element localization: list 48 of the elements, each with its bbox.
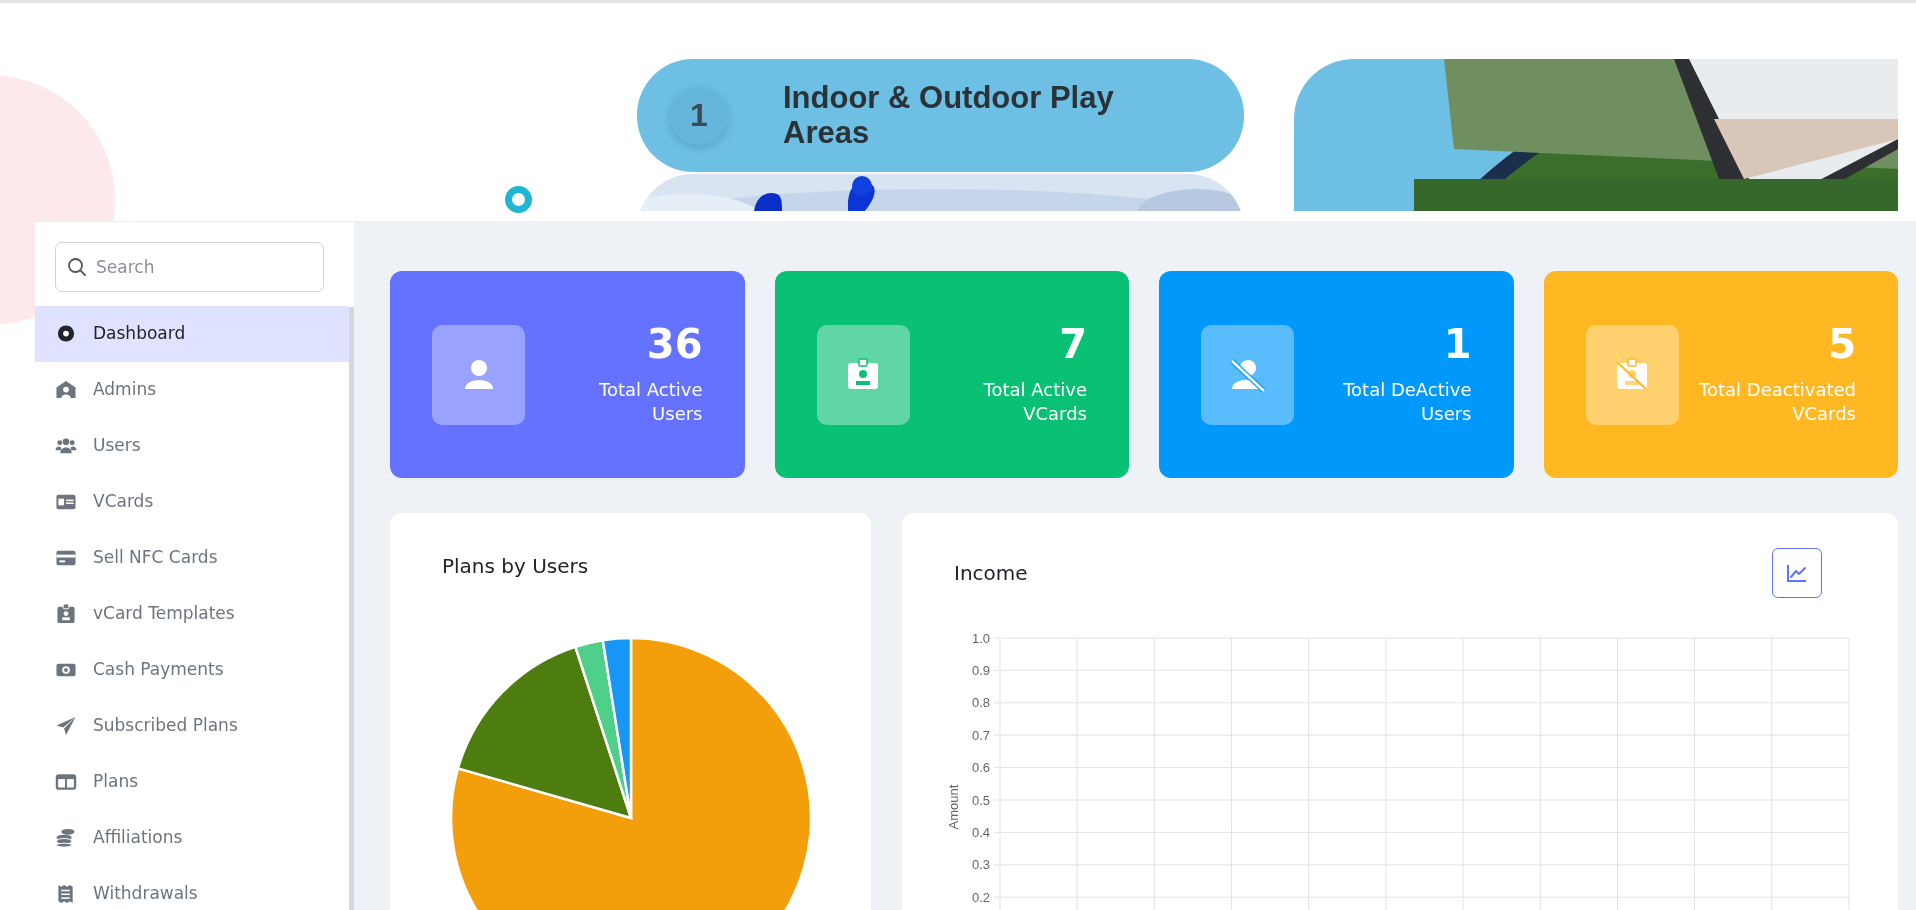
card-title: Income xyxy=(954,560,1028,587)
users-icon xyxy=(55,436,77,456)
sidebar-item[interactable]: VCards xyxy=(35,474,349,530)
sidebar-item[interactable]: Cash Payments xyxy=(35,642,349,698)
coins-icon xyxy=(55,828,77,848)
chart-toggle-button[interactable] xyxy=(1772,548,1822,598)
sidebar-item[interactable]: Sell NFC Cards xyxy=(35,530,349,586)
stat-value: 7 xyxy=(1059,324,1087,365)
sidebar-item[interactable]: Dashboard xyxy=(35,306,349,362)
sidebar-item[interactable]: Users xyxy=(35,418,349,474)
paper-plane-icon xyxy=(55,716,77,736)
axis-tick-label: 0.2 xyxy=(971,889,990,905)
axis-tick-label: 0.6 xyxy=(971,760,990,776)
stat-value: 1 xyxy=(1443,324,1472,365)
stat-label: Total DeActive Users xyxy=(1342,378,1472,425)
sidebar-item[interactable]: Affiliations xyxy=(35,810,349,866)
sidebar-item[interactable]: Plans xyxy=(35,754,349,810)
axis-tick-label: 1.0 xyxy=(971,630,990,646)
step-number: 1 xyxy=(670,86,728,145)
badge-icon xyxy=(55,604,77,624)
axis-tick-label: 0.8 xyxy=(971,695,990,711)
dashboard-icon xyxy=(55,324,77,344)
search-field[interactable]: Search xyxy=(55,242,324,292)
ring-shape xyxy=(505,186,532,213)
sidebar-item[interactable]: Subscribed Plans xyxy=(35,698,349,754)
axis-tick-label: 0.5 xyxy=(971,792,990,808)
axis-tick-label: 0.9 xyxy=(971,662,990,678)
credit-card-icon xyxy=(55,548,77,568)
search-icon xyxy=(67,257,87,277)
stat-value: 5 xyxy=(1828,324,1856,365)
scrollbar[interactable] xyxy=(349,307,354,910)
step-title: Indoor & Outdoor Play Areas xyxy=(783,81,1115,150)
stat-label: Total Deactivated VCards xyxy=(1698,378,1856,425)
axis-tick-label: 0.3 xyxy=(971,857,990,873)
columns-icon xyxy=(55,772,77,792)
stat-label: Total Active Users xyxy=(598,378,703,425)
axis-title: Amount xyxy=(946,784,961,830)
stat-label: Total Active VCards xyxy=(982,378,1087,425)
line-chart-icon xyxy=(1786,563,1808,583)
sidebar-item[interactable]: vCard Templates xyxy=(35,586,349,642)
card-title: Plans by Users xyxy=(441,553,590,580)
house-icon xyxy=(55,380,77,400)
sidebar-item[interactable]: Admins xyxy=(35,362,349,418)
sidebar-item[interactable]: Withdrawals xyxy=(35,866,349,910)
axis-tick-label: 0.4 xyxy=(971,824,990,840)
id-card-icon xyxy=(55,492,77,512)
stat-value: 36 xyxy=(646,324,703,365)
axis-tick-label: 0.7 xyxy=(971,727,990,743)
